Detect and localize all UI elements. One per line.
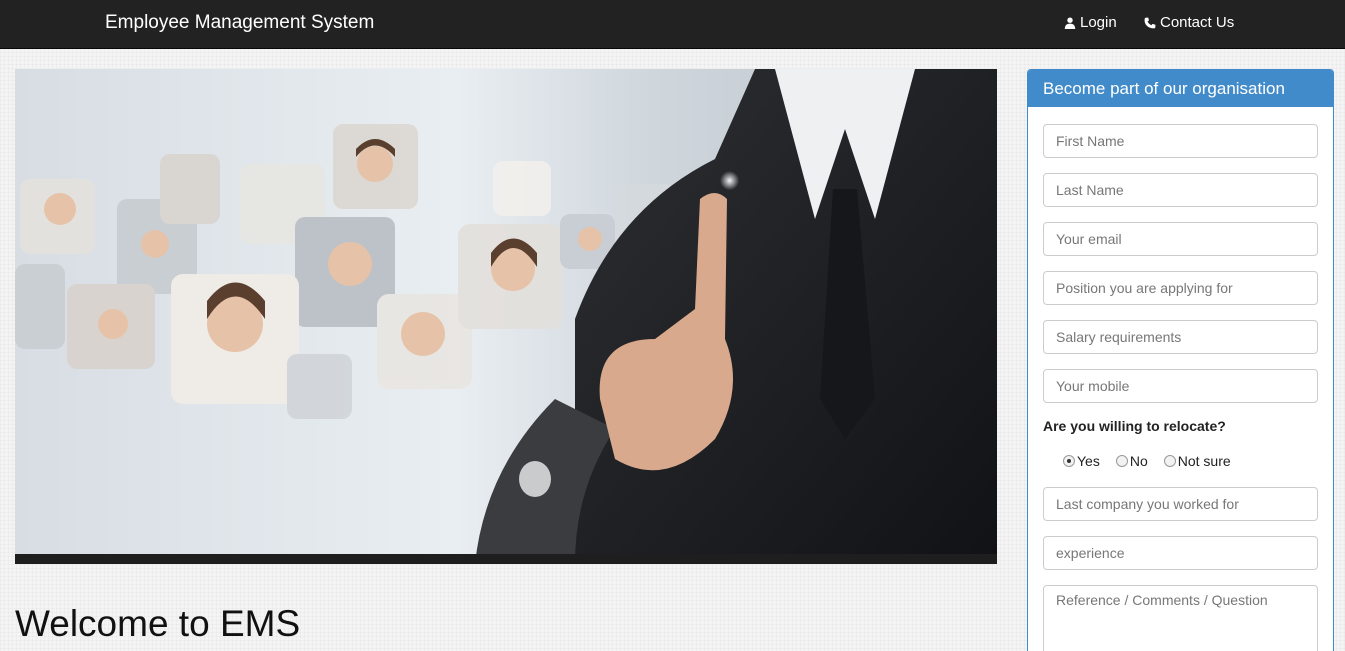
last-company-field[interactable] (1043, 487, 1318, 521)
user-icon (1064, 17, 1076, 29)
salary-field[interactable] (1043, 320, 1318, 354)
form-title: Become part of our organisation (1028, 70, 1333, 107)
radio-unchecked-icon[interactable] (1163, 455, 1176, 467)
contact-us-label: Contact Us (1160, 14, 1235, 31)
mobile-field[interactable] (1043, 369, 1318, 403)
welcome-heading: Welcome to EMS (15, 603, 301, 644)
comments-textarea[interactable] (1043, 585, 1318, 651)
relocate-radio-group: Yes No Not sure (1063, 453, 1247, 469)
relocate-not-sure-radio[interactable]: Not sure (1163, 453, 1231, 469)
first-name-field[interactable] (1043, 124, 1318, 158)
phone-icon (1144, 17, 1156, 28)
relocate-yes-radio[interactable]: Yes (1063, 453, 1100, 469)
login-link[interactable]: Login (1064, 14, 1117, 31)
relocate-no-radio[interactable]: No (1115, 453, 1148, 469)
relocate-question: Are you willing to relocate? (1043, 418, 1226, 434)
application-form-panel: Become part of our organisation Are you … (1027, 69, 1334, 651)
email-field[interactable] (1043, 222, 1318, 256)
last-name-field[interactable] (1043, 173, 1318, 207)
contact-us-link[interactable]: Contact Us (1144, 14, 1234, 31)
position-field[interactable] (1043, 271, 1318, 305)
hero-illustration (15, 69, 997, 564)
brand-title[interactable]: Employee Management System (105, 12, 374, 34)
hero-banner-image (15, 69, 997, 564)
radio-unchecked-icon[interactable] (1115, 455, 1128, 467)
radio-checked-icon[interactable] (1063, 455, 1075, 467)
login-label: Login (1080, 14, 1117, 31)
experience-field[interactable] (1043, 536, 1318, 570)
relocate-not-sure-label: Not sure (1177, 453, 1231, 469)
navbar: Employee Management System Login Contact… (0, 0, 1345, 49)
relocate-no-label: No (1129, 453, 1148, 469)
relocate-yes-label: Yes (1077, 453, 1100, 469)
